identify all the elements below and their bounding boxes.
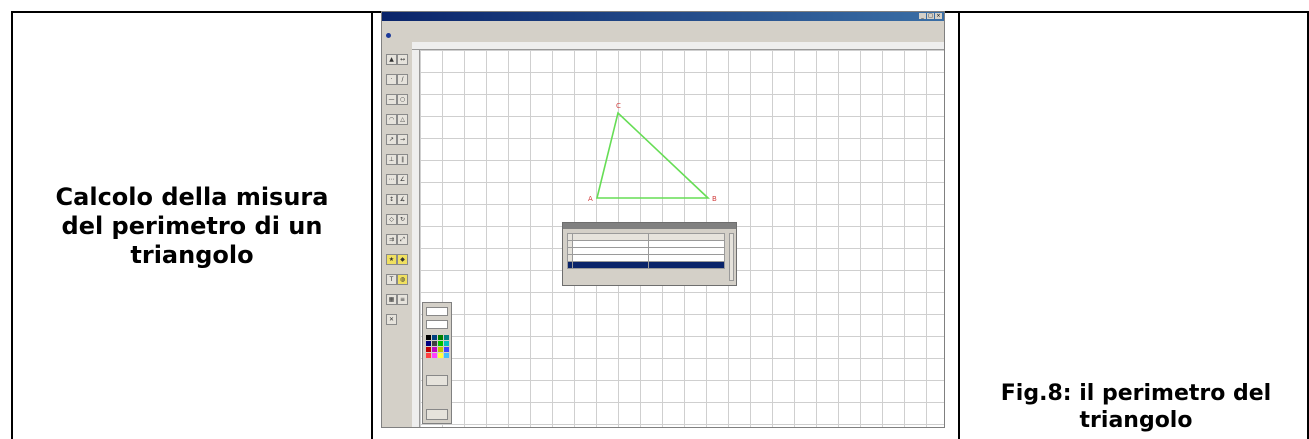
column-header <box>648 233 725 241</box>
swatch[interactable] <box>432 347 437 352</box>
table-cell <box>572 240 649 248</box>
triangle-abc[interactable] <box>595 111 711 199</box>
swatch[interactable] <box>438 347 443 352</box>
swatch[interactable] <box>438 341 443 346</box>
table-cell <box>648 254 725 262</box>
table-cell <box>648 261 725 269</box>
geometry-app-screenshot: _ □ × ▲ ↔ · / — ○ ◠ △ ↗ → ⊥ ∥ ⋯ ∠ ↕ ∡ ◇ ↻ ⇉ ⤢ ★ ◆ T… <box>381 11 945 428</box>
line-width-field[interactable] <box>426 307 448 316</box>
pen-icon[interactable] <box>426 375 448 386</box>
swatch[interactable] <box>438 335 443 340</box>
swatch[interactable] <box>426 335 431 340</box>
table-row[interactable] <box>567 240 725 248</box>
table-row[interactable] <box>567 247 725 255</box>
measurements-window-titlebar[interactable] <box>563 223 736 229</box>
column-divider <box>371 11 373 439</box>
caption-line: triangolo <box>1079 408 1193 433</box>
table-cell <box>648 247 725 255</box>
table-cell <box>572 254 649 262</box>
caption-line: Fig.8: il perimetro del <box>1000 381 1272 406</box>
swatch[interactable] <box>444 353 449 358</box>
table-row-selected[interactable] <box>567 261 725 269</box>
description-title: Calcolo della misura del perimetro di un… <box>56 183 329 270</box>
swatch[interactable] <box>438 353 443 358</box>
line-style-field[interactable] <box>426 320 448 329</box>
table-cell <box>648 240 725 248</box>
column-divider <box>958 11 960 439</box>
swatch[interactable] <box>426 353 431 358</box>
swatch[interactable] <box>426 347 431 352</box>
vertex-label-c: C <box>616 102 621 110</box>
swatch[interactable] <box>432 353 437 358</box>
swatch[interactable] <box>426 341 431 346</box>
style-panel <box>422 302 452 424</box>
swatch[interactable] <box>444 341 449 346</box>
table-header-row <box>567 233 725 241</box>
measurements-window[interactable] <box>562 222 737 286</box>
table-row[interactable] <box>567 254 725 262</box>
column-header <box>572 233 649 241</box>
table-scrollbar[interactable] <box>729 233 734 281</box>
color-swatches <box>426 335 449 358</box>
swatch[interactable] <box>432 341 437 346</box>
swatch[interactable] <box>432 335 437 340</box>
triangle-drawing: A B C <box>588 102 717 203</box>
swatch[interactable] <box>444 335 449 340</box>
figure-caption: Fig.8: il perimetro del triangolo <box>963 380 1309 434</box>
vertex-label-a: A <box>588 195 593 203</box>
vertex-label-b: B <box>712 195 717 203</box>
table-cell <box>572 247 649 255</box>
swatch[interactable] <box>444 347 449 352</box>
measurements-table <box>567 233 725 269</box>
title-line: Calcolo della misura <box>55 182 329 211</box>
title-line: triangolo <box>130 240 254 269</box>
description-cell: Calcolo della misura del perimetro di un… <box>13 13 371 439</box>
brush-icon[interactable] <box>426 409 448 420</box>
title-line: del perimetro di un <box>61 211 323 240</box>
table-cell <box>572 261 649 269</box>
